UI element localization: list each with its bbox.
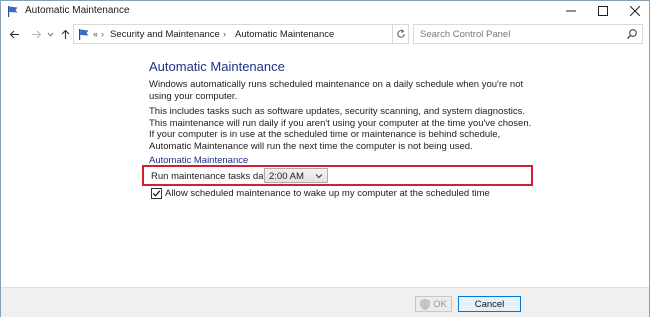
breadcrumb-security-and-maintenance[interactable]: Security and Maintenance	[110, 29, 220, 40]
navigation-bar: « › Security and Maintenance › Automatic…	[1, 23, 649, 45]
arrow-up-icon	[61, 29, 69, 39]
wake-computer-label[interactable]: Allow scheduled maintenance to wake up m…	[165, 188, 490, 199]
recent-locations-button[interactable]	[45, 26, 55, 42]
minimize-icon	[566, 10, 576, 12]
up-button[interactable]	[57, 26, 73, 42]
maximize-button[interactable]	[588, 1, 618, 21]
ok-button[interactable]: OK	[415, 296, 452, 312]
wake-computer-checkbox[interactable]	[151, 188, 162, 199]
close-icon	[630, 6, 640, 16]
dialog-footer: OK Cancel	[1, 287, 649, 317]
uac-shield-icon	[420, 298, 430, 310]
breadcrumb-separator: ›	[223, 29, 226, 39]
address-bar[interactable]: « › Security and Maintenance › Automatic…	[73, 24, 460, 44]
window-title: Automatic Maintenance	[25, 5, 130, 16]
flag-icon	[8, 6, 18, 17]
control-panel-flag-icon	[79, 29, 89, 40]
forward-button[interactable]	[28, 26, 44, 42]
arrow-left-icon	[9, 30, 19, 38]
checkmark-icon	[152, 190, 161, 197]
maximize-icon	[598, 6, 608, 16]
control-panel-window: Automatic Maintenance « › Security and M…	[0, 0, 650, 317]
refresh-icon	[396, 29, 405, 38]
breadcrumb-automatic-maintenance[interactable]: Automatic Maintenance	[235, 29, 334, 40]
search-input[interactable]: Search Control Panel	[420, 29, 510, 40]
details-text: This includes tasks such as software upd…	[149, 106, 532, 152]
page-title: Automatic Maintenance	[149, 59, 285, 74]
back-button[interactable]	[6, 26, 22, 42]
minimize-button[interactable]	[556, 1, 586, 21]
time-select-value: 2:00 AM	[269, 171, 304, 182]
arrow-right-icon	[31, 30, 41, 38]
cancel-button-label: Cancel	[474, 298, 505, 310]
breadcrumb-overflow[interactable]: «	[93, 29, 98, 39]
breadcrumb-separator: ›	[101, 29, 104, 39]
intro-text: Windows automatically runs scheduled mai…	[149, 79, 524, 102]
chevron-down-icon	[47, 32, 53, 37]
cancel-button[interactable]: Cancel	[458, 296, 521, 312]
search-icon[interactable]	[626, 28, 638, 40]
ok-button-label: OK	[433, 298, 447, 310]
refresh-button[interactable]	[393, 24, 409, 44]
title-bar[interactable]: Automatic Maintenance	[1, 1, 649, 21]
close-button[interactable]	[620, 1, 650, 21]
maintenance-time-select[interactable]: 2:00 AM	[264, 168, 328, 183]
search-box[interactable]: Search Control Panel	[413, 24, 643, 44]
chevron-down-icon	[315, 174, 323, 179]
